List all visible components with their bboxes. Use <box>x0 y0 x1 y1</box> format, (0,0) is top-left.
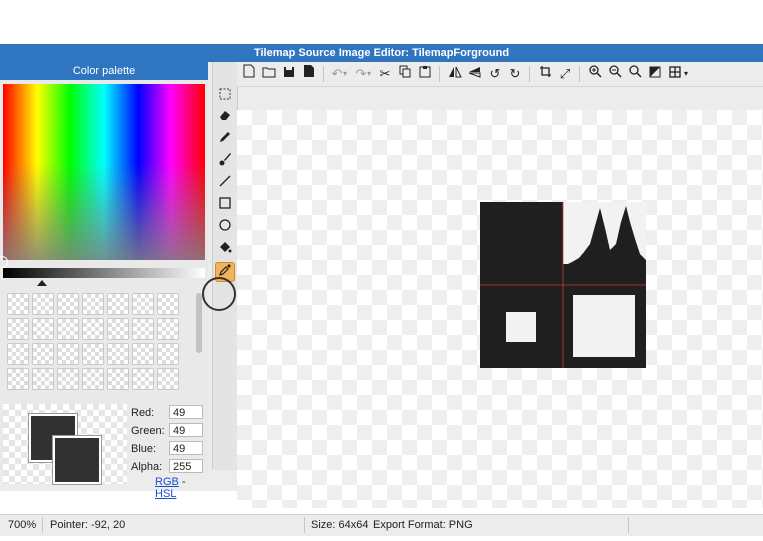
color-swatch[interactable] <box>82 318 104 340</box>
brightness-slider-handle[interactable] <box>37 280 47 286</box>
cut-icon[interactable]: ✂ <box>375 64 395 84</box>
color-swatch[interactable] <box>157 368 179 390</box>
grid-dropdown-icon[interactable]: ▾ <box>681 64 691 84</box>
secondary-color-swatch[interactable] <box>53 436 101 484</box>
zoom-fit-icon[interactable] <box>625 64 645 84</box>
paste-icon[interactable] <box>415 64 435 84</box>
toolbar-separator <box>323 66 324 82</box>
pencil-icon[interactable] <box>215 130 235 150</box>
color-swatch[interactable] <box>32 318 54 340</box>
status-bar: 700% Pointer: -92, 20 Size: 64x64 Export… <box>0 514 763 536</box>
mouse-cursor-highlight <box>202 277 236 311</box>
redo-dropdown-icon[interactable]: ▾ <box>365 64 373 84</box>
fill-bucket-icon[interactable] <box>215 240 235 260</box>
toolbar-separator <box>439 66 440 82</box>
toolbar-separator <box>579 66 580 82</box>
copy-icon[interactable] <box>395 64 415 84</box>
green-input[interactable]: 49 <box>169 423 203 437</box>
color-swatch[interactable] <box>107 293 129 315</box>
toolbar-separator <box>529 66 530 82</box>
color-swatch[interactable] <box>32 293 54 315</box>
color-swatch[interactable] <box>157 293 179 315</box>
color-swatch[interactable] <box>132 318 154 340</box>
export-format: Export Format: PNG <box>373 519 473 531</box>
color-swatch[interactable] <box>7 343 29 365</box>
zoom-in-icon[interactable] <box>585 64 605 84</box>
blue-label: Blue: <box>131 443 157 455</box>
editor-window: Tilemap Source Image Editor: TilemapForg… <box>0 44 763 536</box>
color-preview <box>3 404 127 484</box>
tool-strip <box>212 62 238 470</box>
open-folder-icon[interactable] <box>259 64 279 84</box>
rotate-right-icon[interactable]: ↻ <box>505 64 525 84</box>
red-label: Red: <box>131 407 155 419</box>
color-swatch[interactable] <box>57 368 79 390</box>
image-size: Size: 64x64 <box>311 519 369 531</box>
color-swatch[interactable] <box>32 343 54 365</box>
color-swatch[interactable] <box>82 368 104 390</box>
swatch-grid <box>3 290 193 400</box>
flip-vertical-icon[interactable] <box>465 64 485 84</box>
alpha-input[interactable]: 255 <box>169 459 203 473</box>
rotate-left-icon[interactable]: ↺ <box>485 64 505 84</box>
link-separator: - <box>181 476 186 488</box>
color-swatch[interactable] <box>57 318 79 340</box>
color-mode-links: RGB - HSL <box>155 476 208 500</box>
hsl-link[interactable]: HSL <box>155 488 176 500</box>
color-swatch[interactable] <box>7 318 29 340</box>
color-swatch[interactable] <box>57 343 79 365</box>
pointer-position: Pointer: -92, 20 <box>50 519 126 531</box>
red-input[interactable]: 49 <box>169 405 203 419</box>
color-swatch[interactable] <box>107 318 129 340</box>
color-swatch[interactable] <box>157 343 179 365</box>
status-separator <box>304 517 305 533</box>
spectrum-cursor[interactable] <box>0 256 8 268</box>
color-swatch[interactable] <box>107 368 129 390</box>
status-separator <box>628 517 629 533</box>
undo-dropdown-icon[interactable]: ▾ <box>341 64 349 84</box>
flip-horizontal-icon[interactable] <box>445 64 465 84</box>
color-swatch[interactable] <box>157 318 179 340</box>
line-icon[interactable] <box>215 174 235 194</box>
green-label: Green: <box>131 425 165 437</box>
color-swatch[interactable] <box>132 368 154 390</box>
swatch-scrollbar[interactable] <box>196 293 202 353</box>
brightness-slider[interactable] <box>3 268 205 278</box>
rgb-link[interactable]: RGB <box>155 476 179 488</box>
color-swatch[interactable] <box>7 368 29 390</box>
color-spectrum[interactable] <box>3 84 205 260</box>
crop-icon[interactable] <box>535 64 555 84</box>
color-swatch[interactable] <box>132 293 154 315</box>
background-toggle-icon[interactable] <box>645 64 665 84</box>
blue-input[interactable]: 49 <box>169 441 203 455</box>
color-swatch[interactable] <box>107 343 129 365</box>
new-file-icon[interactable] <box>239 64 259 84</box>
save-icon[interactable] <box>279 64 299 84</box>
color-swatch[interactable] <box>57 293 79 315</box>
color-swatch[interactable] <box>82 293 104 315</box>
zoom-level: 700% <box>8 519 37 531</box>
window-title: Tilemap Source Image Editor: TilemapForg… <box>0 44 763 62</box>
alpha-label: Alpha: <box>131 461 163 473</box>
status-separator <box>42 517 43 533</box>
save-as-icon[interactable] <box>299 64 319 84</box>
color-swatch[interactable] <box>82 343 104 365</box>
image-canvas[interactable] <box>237 110 763 508</box>
color-swatch[interactable] <box>7 293 29 315</box>
palette-title: Color palette <box>0 62 208 80</box>
ellipse-icon[interactable] <box>215 218 235 238</box>
zoom-out-icon[interactable] <box>605 64 625 84</box>
rectangle-icon[interactable] <box>215 196 235 216</box>
color-palette-panel: Color palette Red: 49 Green: 49 Blue: 49… <box>0 62 208 500</box>
main-toolbar: ↶ ▾ ↷ ▾ ✂ ↺ ↻ ⤢ ▾ <box>237 62 763 87</box>
eraser-icon[interactable] <box>215 108 235 128</box>
tilemap-image[interactable] <box>480 202 646 368</box>
color-swatch[interactable] <box>132 343 154 365</box>
select-icon[interactable] <box>215 86 235 106</box>
resize-icon[interactable]: ⤢ <box>555 64 575 84</box>
brush-icon[interactable] <box>215 152 235 172</box>
color-swatch[interactable] <box>32 368 54 390</box>
